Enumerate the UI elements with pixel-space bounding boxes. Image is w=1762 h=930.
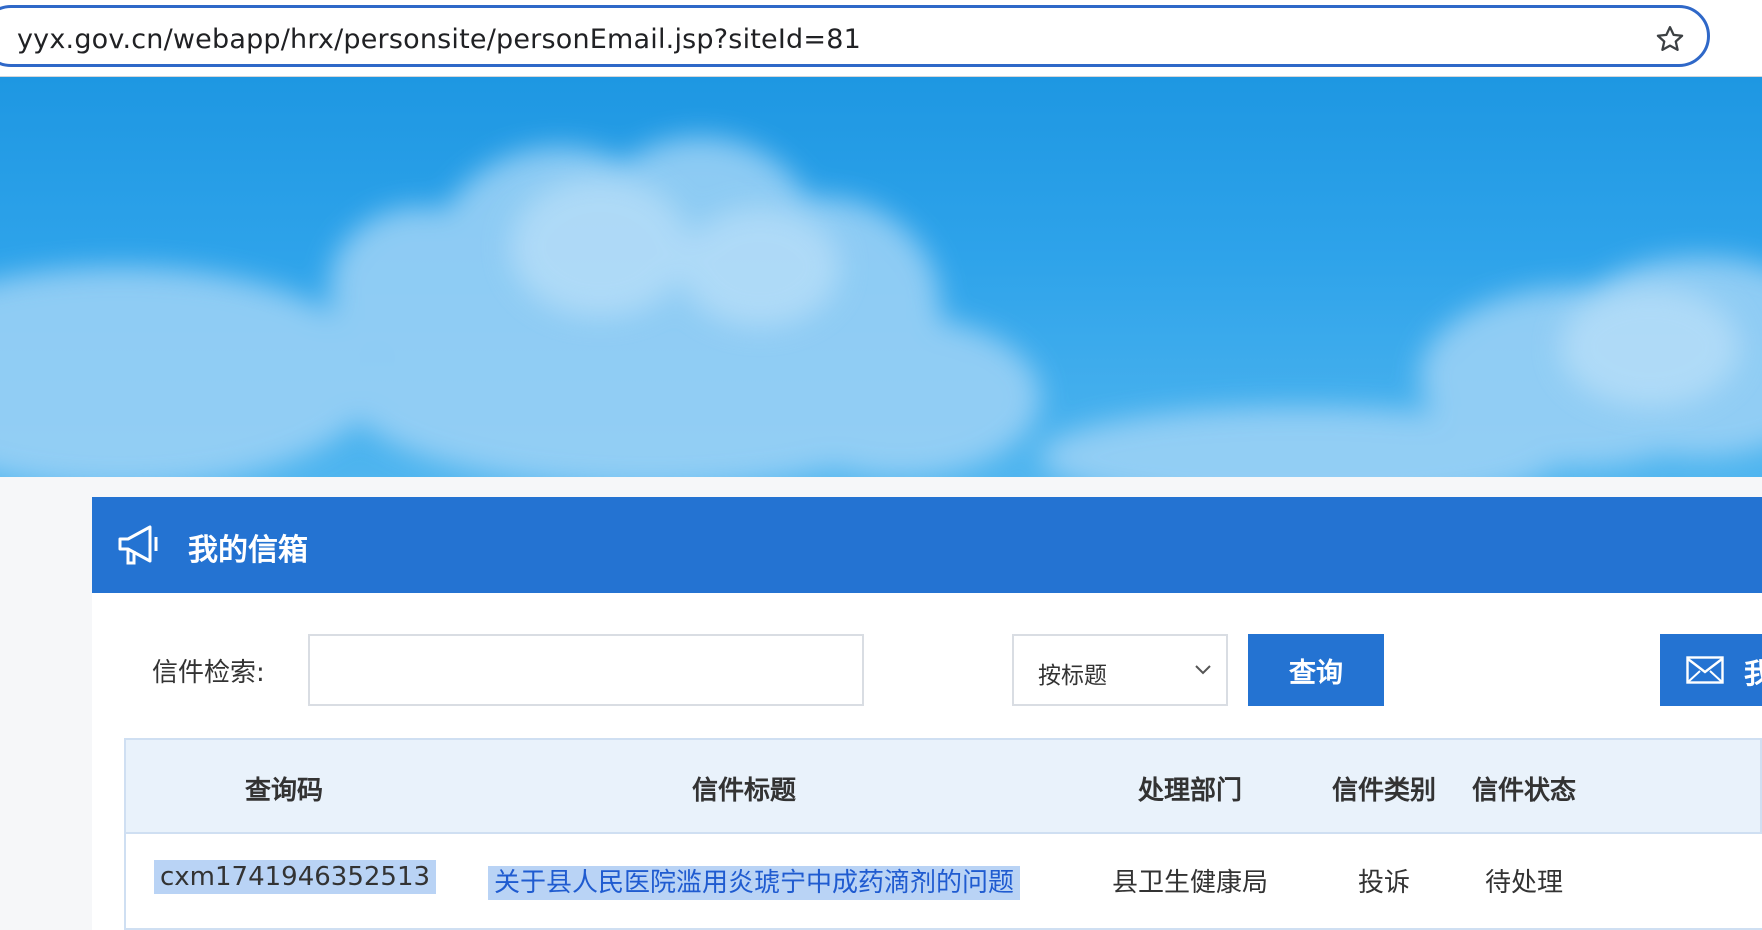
row-title-cell[interactable]: 关于县人民医院滥用炎琥宁中成药滴剂的问题: [488, 862, 1028, 900]
table-header-row: 查询码 信件标题 处理部门 信件类别 信件状态: [124, 738, 1762, 834]
column-header-status: 信件状态: [1471, 776, 1576, 806]
column-header-title: 信件标题: [691, 776, 796, 806]
row-status: 待处理: [1484, 868, 1563, 898]
chevron-down-icon: [1195, 665, 1211, 675]
table-row[interactable]: cxm1741946352513 关于县人民医院滥用炎琥宁中成药滴剂的问题 县卫…: [124, 834, 1762, 930]
mailbox-panel: 我的信箱 信件检索: 按标题 查询 我 查询码 信件标题 处理部门 信件类别 信…: [92, 497, 1762, 930]
browser-toolbar: s yyx.gov.cn/webapp/hrx/personsite/perso…: [0, 0, 1762, 76]
envelope-icon: [1686, 656, 1724, 684]
column-header-category: 信件类别: [1331, 776, 1436, 806]
row-code-cell[interactable]: cxm1741946352513: [154, 860, 437, 894]
megaphone-icon: [118, 525, 158, 565]
letters-table: 查询码 信件标题 处理部门 信件类别 信件状态 cxm1741946352513…: [124, 738, 1762, 930]
row-department: 县卫生健康局: [1111, 868, 1268, 898]
column-header-code: 查询码: [244, 776, 323, 806]
column-header-department: 处理部门: [1137, 776, 1242, 806]
row-title-link[interactable]: 关于县人民医院滥用炎琥宁中成药滴剂的问题: [488, 866, 1021, 900]
row-code: cxm1741946352513: [154, 860, 437, 894]
write-letter-label: 我: [1744, 657, 1762, 690]
row-category: 投诉: [1357, 868, 1410, 898]
search-type-value: 按标题: [1038, 663, 1107, 689]
panel-header: 我的信箱: [92, 497, 1762, 593]
panel-title: 我的信箱: [188, 533, 308, 568]
query-button[interactable]: 查询: [1248, 634, 1384, 706]
search-type-select[interactable]: 按标题: [1012, 634, 1228, 706]
address-url[interactable]: yyx.gov.cn/webapp/hrx/personsite/personE…: [17, 24, 861, 55]
site-banner: [0, 77, 1762, 477]
star-icon[interactable]: [1655, 24, 1685, 54]
address-bar[interactable]: yyx.gov.cn/webapp/hrx/personsite/personE…: [0, 5, 1710, 67]
write-letter-button[interactable]: 我: [1660, 634, 1762, 706]
search-input[interactable]: [308, 634, 864, 706]
search-label: 信件检索:: [152, 658, 265, 688]
cloud-banner-image: [0, 137, 1762, 477]
